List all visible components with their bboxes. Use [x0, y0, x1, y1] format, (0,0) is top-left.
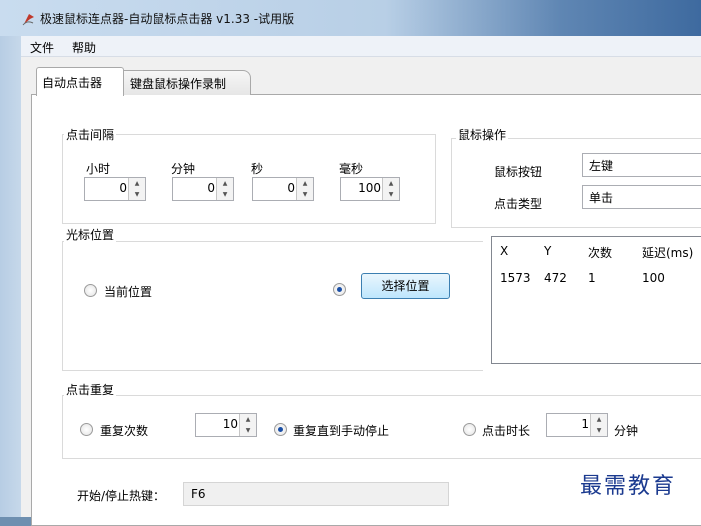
mouse-button-select[interactable]: 左键 — [582, 153, 701, 177]
hotkey-input[interactable]: F6 — [183, 482, 449, 506]
seconds-label: 秒 — [251, 162, 264, 176]
milliseconds-value: 100 — [358, 181, 381, 195]
mouse-button-label: 鼠标按钮 — [494, 165, 543, 179]
table-cell[interactable]: 472 — [544, 271, 567, 285]
menu-file[interactable]: 文件 — [30, 39, 54, 56]
repeat-count-value: 10 — [222, 417, 238, 431]
table-cell[interactable]: 1 — [588, 271, 596, 285]
repeat-count-radio[interactable] — [80, 423, 93, 436]
mouse-group-title: 鼠标操作 — [456, 126, 509, 143]
hours-label: 小时 — [86, 162, 111, 176]
cursor-group-title: 光标位置 — [64, 226, 117, 243]
current-position-radio[interactable] — [84, 284, 97, 297]
table-header-delay: 延迟(ms) — [642, 246, 694, 260]
spin-down-icon[interactable]: ▼ — [240, 425, 256, 436]
hotkey-label: 开始/停止热键： — [77, 489, 166, 503]
seconds-value: 0 — [287, 181, 295, 195]
spin-down-icon[interactable]: ▼ — [383, 189, 399, 200]
minutes-input[interactable]: 0 ▲ ▼ — [172, 177, 234, 201]
title-bar[interactable]: 极速鼠标连点器-自动鼠标点击器 v1.33 -试用版 — [0, 0, 701, 36]
repeat-count-label: 重复次数 — [100, 424, 149, 438]
table-header-count: 次数 — [588, 246, 613, 260]
click-duration-radio[interactable] — [463, 423, 476, 436]
window-title: 极速鼠标连点器-自动鼠标点击器 v1.33 -试用版 — [40, 12, 295, 26]
spin-down-icon[interactable]: ▼ — [297, 189, 313, 200]
click-duration-value: 1 — [581, 417, 589, 431]
spin-down-icon[interactable]: ▼ — [217, 189, 233, 200]
repeat-count-input[interactable]: 10 ▲ ▼ — [195, 413, 257, 437]
hours-input[interactable]: 0 ▲ ▼ — [84, 177, 146, 201]
hotkey-value: F6 — [191, 487, 206, 501]
table-header-x: X — [500, 244, 509, 258]
interval-group-title: 点击间隔 — [64, 126, 117, 143]
seconds-input[interactable]: 0 ▲ ▼ — [252, 177, 314, 201]
table-cell[interactable]: 1573 — [500, 271, 531, 285]
click-duration-label: 点击时长 — [482, 424, 531, 438]
minutes-value: 0 — [207, 181, 215, 195]
mouse-group — [451, 138, 701, 228]
menu-bar: 文件 帮助 — [21, 36, 701, 57]
milliseconds-label: 毫秒 — [339, 162, 364, 176]
repeat-group-title: 点击重复 — [64, 381, 117, 398]
window-frame — [0, 36, 21, 517]
mouse-button-value: 左键 — [589, 159, 614, 173]
repeat-until-stop-label: 重复直到手动停止 — [293, 424, 390, 438]
watermark: 最需教育 — [580, 474, 677, 499]
spin-down-icon[interactable]: ▼ — [591, 425, 607, 436]
hours-value: 0 — [119, 181, 127, 195]
click-duration-input[interactable]: 1 ▲ ▼ — [546, 413, 608, 437]
repeat-until-stop-radio[interactable] — [274, 423, 287, 436]
tab-auto-clicker[interactable]: 自动点击器 — [36, 67, 124, 96]
pick-position-button[interactable]: 选择位置 — [361, 273, 450, 299]
click-type-select[interactable]: 单击 — [582, 185, 701, 209]
app-icon — [22, 14, 34, 26]
current-position-label: 当前位置 — [104, 285, 153, 299]
minutes-label: 分钟 — [171, 162, 196, 176]
menu-help[interactable]: 帮助 — [72, 39, 96, 56]
tab-label: 键盘鼠标操作录制 — [130, 77, 227, 91]
click-type-label: 点击类型 — [494, 197, 543, 211]
cursor-group — [62, 241, 483, 371]
spin-down-icon[interactable]: ▼ — [129, 189, 145, 200]
tab-label: 自动点击器 — [42, 76, 103, 90]
click-duration-unit: 分钟 — [614, 424, 639, 438]
click-type-value: 单击 — [589, 191, 614, 205]
pick-position-radio[interactable] — [333, 283, 346, 296]
table-header-y: Y — [544, 244, 552, 258]
position-table[interactable]: X Y 次数 延迟(ms) 1573 472 1 100 — [491, 236, 701, 364]
tab-macro-recorder[interactable]: 键盘鼠标操作录制 — [121, 70, 251, 95]
milliseconds-input[interactable]: 100 ▲ ▼ — [340, 177, 400, 201]
table-cell[interactable]: 100 — [642, 271, 665, 285]
